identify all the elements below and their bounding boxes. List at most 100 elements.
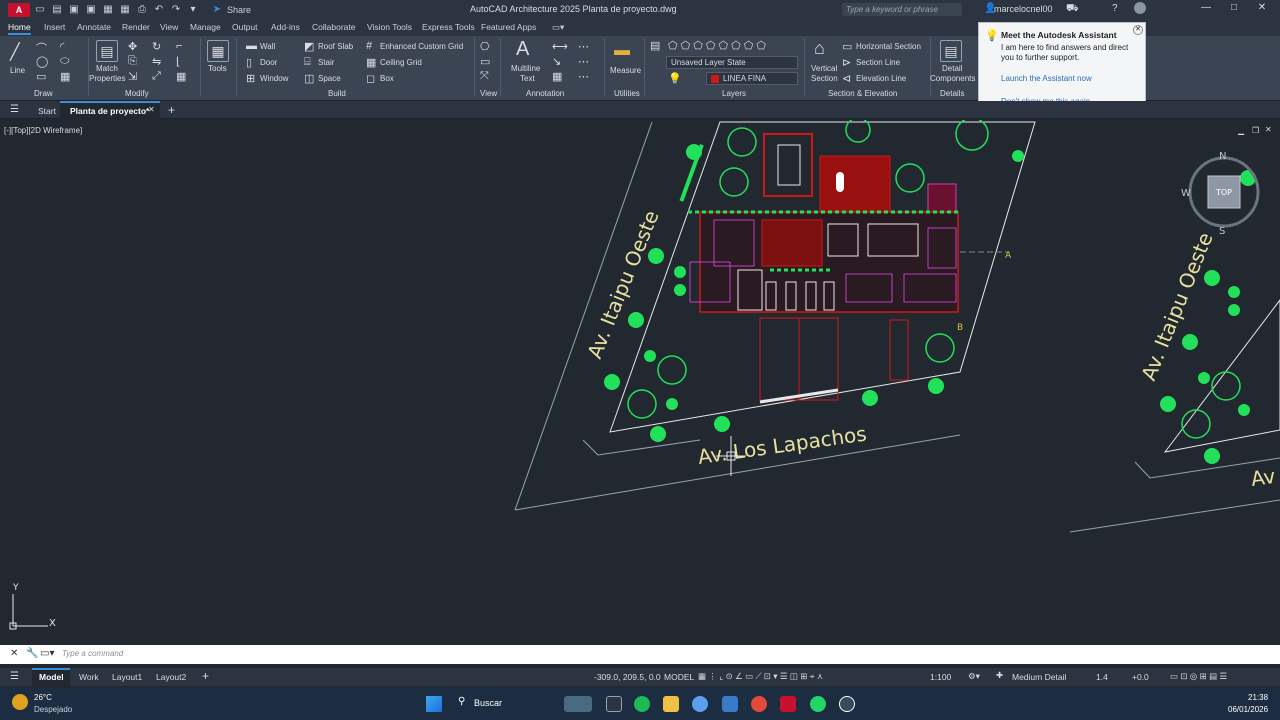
box-icon[interactable]: ◻ — [366, 72, 375, 85]
arc-icon[interactable]: ◜ — [60, 40, 64, 53]
rotate-icon[interactable]: ↻ — [152, 40, 161, 53]
layer-tools-icons[interactable]: ⬠ ⬠ ⬠ ⬠ ⬠ ⬠ ⬠ ⬠ — [668, 39, 766, 52]
lineweight-value[interactable]: 1.4 — [1096, 672, 1108, 682]
box-label[interactable]: Box — [380, 74, 394, 83]
enhanced-grid-label[interactable]: Enhanced Custom Grid — [380, 42, 463, 51]
multiline-text-label-2[interactable]: Text — [520, 74, 535, 83]
tab-current-drawing-label[interactable]: Planta de proyecto* — [70, 106, 149, 116]
utilities-panel-title[interactable]: Utilities — [614, 89, 640, 98]
ceiling-grid-icon[interactable]: ▦ — [366, 56, 376, 69]
tab-start[interactable]: Start — [38, 106, 56, 116]
clock-time[interactable]: 21:38 — [1248, 693, 1268, 702]
save-icon[interactable]: ▣ — [67, 3, 81, 17]
leader-icon[interactable]: ↘ — [552, 55, 561, 68]
copy-icon[interactable]: ⎘ — [128, 55, 137, 68]
layer-properties-icon[interactable]: ▤ — [650, 39, 660, 52]
section-line-icon[interactable]: ⊳ — [842, 56, 851, 69]
annotation-panel-title[interactable]: Annotation — [526, 89, 564, 98]
grid-snap-icons[interactable]: ▦ ⋮ ⌞ ⊙ ∠ ▭ ⟋ ⊡ ▾ ☰ ◫ ⊞ ⌖ ⋏ — [698, 671, 823, 682]
new-icon[interactable]: ▭ — [33, 3, 47, 17]
undo-icon[interactable]: ↶ — [152, 3, 166, 17]
space-label[interactable]: Space — [318, 74, 341, 83]
autocad-icon[interactable] — [780, 696, 796, 712]
multiline-text-label-1[interactable]: Multiline — [511, 64, 540, 73]
cmd-recent-icon[interactable]: ▭▾ — [40, 648, 54, 659]
viewport-minimize-icon[interactable]: ▁ — [1238, 126, 1244, 135]
layers-panel-title[interactable]: Layers — [722, 89, 746, 98]
drawing-canvas[interactable]: Av. Itaipu Oeste Av. Los Lapachos Av. It… — [0, 120, 1280, 644]
match-properties-label-2[interactable]: Properties — [89, 74, 125, 83]
roof-slab-label[interactable]: Roof Slab — [318, 42, 353, 51]
tab-collaborate[interactable]: Collaborate — [312, 22, 355, 32]
compass-s[interactable]: S — [1219, 226, 1225, 237]
assistant-icon[interactable] — [1134, 2, 1146, 14]
door-label[interactable]: Door — [260, 58, 277, 67]
detail-level[interactable]: Medium Detail — [1012, 672, 1066, 682]
chrome-icon[interactable] — [751, 696, 767, 712]
elevation-offset[interactable]: +0.0 — [1132, 672, 1149, 682]
line-icon[interactable]: ╱ — [10, 42, 20, 62]
weather-icon[interactable] — [12, 694, 28, 710]
multiline-text-icon[interactable]: A — [516, 38, 529, 61]
window-icon[interactable]: ⊞ — [246, 72, 255, 85]
view-tools-icon[interactable]: ⎔ — [480, 40, 490, 53]
view-panel-title[interactable]: View — [480, 89, 497, 98]
enhanced-grid-icon[interactable]: # — [366, 40, 372, 52]
roof-slab-icon[interactable]: ◩ — [304, 40, 314, 53]
settings-icon[interactable]: ⚙▾ — [968, 671, 980, 682]
line-label[interactable]: Line — [10, 66, 25, 75]
web-save-icon[interactable]: ▦ — [118, 3, 132, 17]
horizontal-section-icon[interactable]: ▭ — [842, 40, 852, 53]
scale-icon[interactable]: ⤢ — [152, 70, 161, 83]
modify-panel-title[interactable]: Modify — [125, 89, 149, 98]
view-layout-icon[interactable]: ▭ — [480, 55, 490, 68]
section-panel-title[interactable]: Section & Elevation — [828, 89, 897, 98]
view-visual-icon[interactable]: ⤧ — [480, 70, 489, 83]
table-icon[interactable]: ▦ — [552, 70, 562, 83]
mirror-icon[interactable]: ⇋ — [152, 55, 161, 68]
detail-components-label-1[interactable]: Detail — [942, 64, 962, 73]
tab-view[interactable]: View — [160, 22, 178, 32]
cart-icon[interactable]: ⛟ — [1066, 3, 1079, 16]
door-icon[interactable]: ▯ — [246, 56, 252, 69]
tools-label[interactable]: Tools — [208, 64, 227, 73]
web-open-icon[interactable]: ▦ — [101, 3, 115, 17]
share-label[interactable]: Share — [227, 5, 251, 15]
polyline-icon[interactable]: ⌒ — [36, 40, 47, 56]
tab-annotate[interactable]: Annotate — [77, 22, 111, 32]
tools-icon[interactable]: ▦ — [207, 40, 229, 62]
new-tab-icon[interactable]: + — [168, 103, 175, 117]
detail-components-label-2[interactable]: Components — [930, 74, 975, 83]
temperature[interactable]: 26°C — [34, 693, 52, 702]
tab-layout1[interactable]: Layout1 — [112, 672, 142, 682]
tab-work[interactable]: Work — [79, 672, 99, 682]
stair-label[interactable]: Stair — [318, 58, 334, 67]
maximize-icon[interactable]: □ — [1226, 2, 1242, 16]
add-icon[interactable]: ✚ — [996, 670, 1003, 681]
tab-layout2[interactable]: Layout2 — [156, 672, 186, 682]
match-properties-icon[interactable]: ▤ — [96, 40, 118, 62]
annotation-visibility-icon[interactable]: ⋯ — [578, 70, 589, 83]
share-icon[interactable]: ➤ — [210, 3, 224, 17]
vertical-section-label-1[interactable]: Vertical — [811, 64, 837, 73]
windows-start-icon[interactable] — [426, 696, 442, 712]
plot-icon[interactable]: ⎙ — [135, 3, 149, 17]
model-space-toggle[interactable]: MODEL — [664, 672, 694, 682]
taskbar-search[interactable]: Buscar — [474, 698, 502, 708]
clock-date[interactable]: 06/01/2026 — [1228, 705, 1268, 714]
redo-icon[interactable]: ↷ — [169, 3, 183, 17]
wall-label[interactable]: Wall — [260, 42, 275, 51]
trim-icon[interactable]: ⌐ — [176, 40, 182, 52]
user-name[interactable]: marcelocnel00 — [994, 4, 1053, 14]
whatsapp-icon[interactable] — [810, 696, 826, 712]
tab-output[interactable]: Output — [232, 22, 258, 32]
layer-state-select[interactable]: Unsaved Layer State — [666, 56, 798, 69]
stretch-icon[interactable]: ⇲ — [128, 70, 137, 83]
dimension-icon[interactable]: ⟷ — [552, 40, 568, 53]
build-panel-title[interactable]: Build — [328, 89, 346, 98]
compass-w[interactable]: W — [1181, 188, 1191, 199]
tab-express-tools[interactable]: Express Tools — [422, 22, 475, 32]
assistant-close-icon[interactable]: ✕ — [1133, 25, 1143, 35]
folder-icon[interactable] — [663, 696, 679, 712]
copilot-icon[interactable] — [692, 696, 708, 712]
